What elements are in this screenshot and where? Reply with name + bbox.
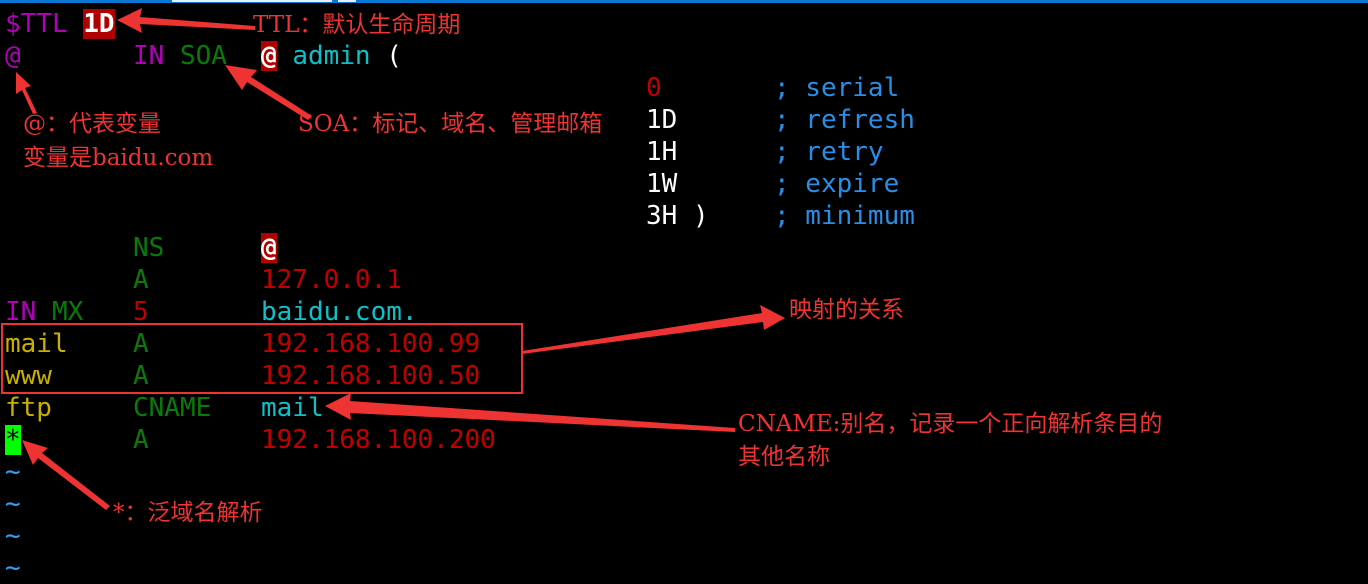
- ttl-line: $TTL 1D: [5, 8, 115, 40]
- annotation-cname-1: CNAME:别名，记录一个正向解析条目的: [738, 411, 1163, 437]
- empty-line-marker: ~: [5, 521, 21, 551]
- record-wildcard-type: A: [133, 425, 149, 455]
- record-ftp-data: mail: [261, 393, 324, 423]
- ttl-value: 1D: [83, 9, 115, 39]
- mapping-highlight-box: [1, 323, 523, 394]
- vim-editor[interactable]: $TTL 1D @ IN SOA @ admin ( 0 ; serial 1D…: [0, 0, 1368, 583]
- record-a-data: 127.0.0.1: [261, 265, 402, 295]
- empty-line-marker: ~: [5, 553, 21, 583]
- empty-line-marker: ~: [5, 457, 21, 487]
- record-a-type: A: [133, 265, 149, 295]
- soa-field-expire-comment: ; expire: [774, 169, 900, 199]
- record-wildcard-name: *: [5, 424, 21, 456]
- soa-field-minimum-comment: ; minimum: [774, 201, 915, 231]
- record-ns-data-value: @: [261, 233, 277, 263]
- empty-line-marker: ~: [5, 489, 21, 519]
- soa-field-refresh-comment: ; refresh: [774, 105, 915, 135]
- record-ftp-name: ftp: [5, 393, 52, 423]
- annotation-at-1: @：代表变量: [23, 111, 161, 137]
- record-ns-data: @: [261, 232, 277, 264]
- soa-mname-rname: @ admin (: [261, 40, 402, 72]
- soa-field-serial-comment: ; serial: [774, 73, 900, 103]
- soa-field-retry-comment: ; retry: [774, 137, 884, 167]
- text-cursor: *: [5, 425, 21, 455]
- soa-field-serial-value: 0: [646, 73, 662, 103]
- soa-field-expire-value: 1W: [646, 169, 678, 199]
- soa-class: IN: [133, 41, 165, 71]
- annotation-at-2: 变量是baidu.com: [23, 145, 214, 171]
- annotation-wildcard: *：泛域名解析: [113, 500, 263, 526]
- soa-field-retry-value: 1H: [646, 137, 678, 167]
- ttl-directive: $TTL: [5, 9, 68, 39]
- annotation-mapping: 映射的关系: [789, 297, 904, 323]
- record-ns-type: NS: [133, 233, 165, 263]
- soa-name: @: [5, 41, 21, 71]
- soa-mname: @: [261, 41, 277, 71]
- record-ftp-type: CNAME: [133, 393, 212, 423]
- soa-rname: admin: [292, 41, 371, 71]
- soa-open-paren: (: [386, 41, 402, 71]
- soa-type: SOA: [179, 41, 227, 71]
- annotation-soa: SOA：标记、域名、管理邮箱: [298, 111, 603, 137]
- soa-field-refresh-value: 1D: [646, 105, 678, 135]
- annotation-cname-2: 其他名称: [738, 444, 830, 470]
- soa-field-minimum-value: 3H ): [646, 201, 709, 231]
- annotation-ttl: TTL：默认生命周期: [253, 12, 461, 38]
- soa-line: @: [5, 40, 21, 72]
- record-wildcard-data: 192.168.100.200: [261, 425, 496, 455]
- soa-class-type: IN SOA: [133, 40, 227, 72]
